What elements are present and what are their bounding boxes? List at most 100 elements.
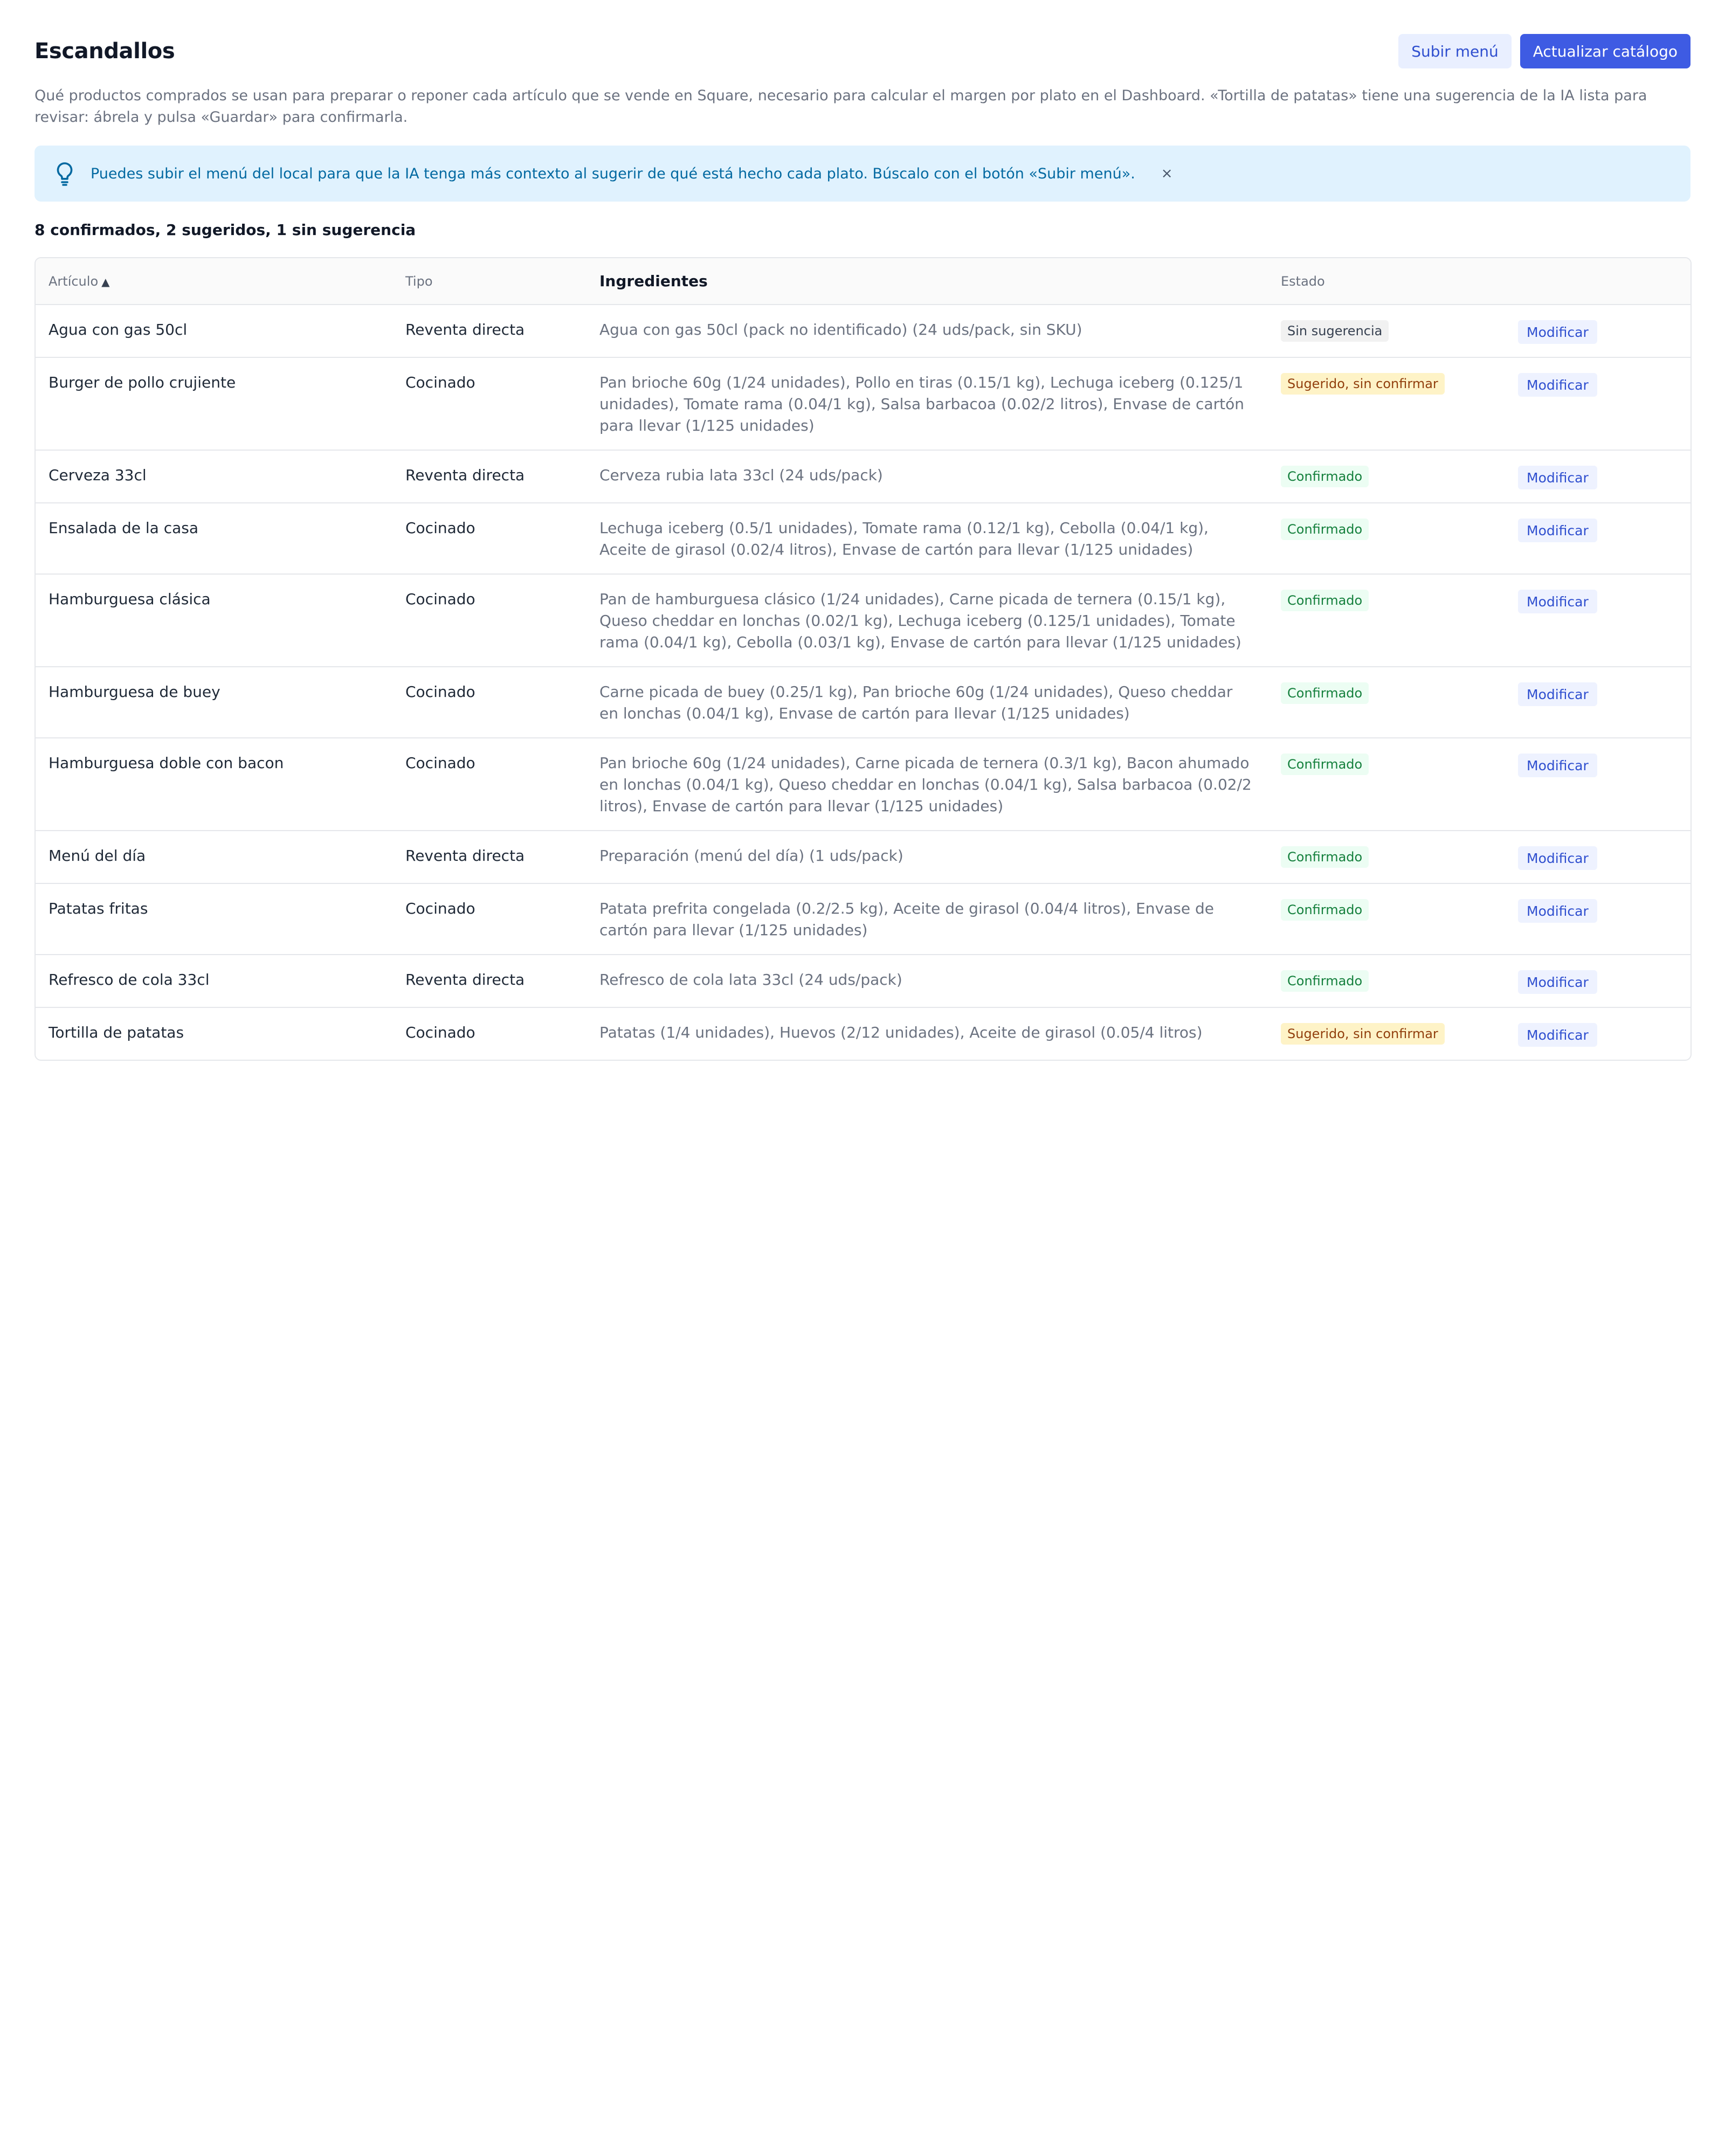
cell-ingredients: Pan brioche 60g (1/24 unidades), Carne p…	[586, 738, 1268, 831]
column-header-article[interactable]: Artículo ▲	[36, 258, 392, 305]
cell-type: Reventa directa	[392, 305, 586, 358]
cell-actions: Modificar	[1494, 357, 1690, 451]
cell-article: Burger de pollo crujiente	[36, 357, 392, 451]
update-catalog-button[interactable]: Actualizar catálogo	[1520, 34, 1690, 68]
modify-button[interactable]: Modificar	[1518, 466, 1597, 489]
lightbulb-icon	[54, 161, 75, 186]
table-row: Ensalada de la casa Cocinado Lechuga icebe…	[36, 503, 1690, 575]
cell-type: Cocinado	[392, 574, 586, 667]
cell-actions: Modificar	[1494, 667, 1690, 738]
cell-type: Reventa directa	[392, 450, 586, 503]
table-row: Burger de pollo crujiente Cocinado Pan bri…	[36, 357, 1690, 451]
cell-actions: Modificar	[1494, 503, 1690, 575]
modify-button[interactable]: Modificar	[1518, 320, 1597, 344]
cell-status: Confirmado	[1268, 450, 1494, 503]
status-badge: Confirmado	[1281, 754, 1369, 775]
modify-button[interactable]: Modificar	[1518, 846, 1597, 870]
cell-status: Sin sugerencia	[1268, 305, 1494, 358]
cell-status: Confirmado	[1268, 667, 1494, 738]
cell-type: Cocinado	[392, 357, 586, 451]
cell-actions: Modificar	[1494, 955, 1690, 1008]
page-header: Escandallos Subir menú Actualizar catálo…	[34, 0, 1690, 69]
status-badge: Sugerido, sin confirmar	[1281, 1023, 1445, 1045]
cell-type: Cocinado	[405, 1024, 475, 1041]
modify-button[interactable]: Modificar	[1518, 590, 1597, 613]
table-row: Hamburguesa clásica Cocinado Pan de hambur…	[36, 574, 1690, 667]
cell-status: Confirmado	[1268, 738, 1494, 831]
modify-button[interactable]: Modificar	[1518, 519, 1597, 542]
cell-status: Confirmado	[1268, 955, 1494, 1008]
status-badge: Sin sugerencia	[1281, 320, 1389, 342]
modify-button[interactable]: Modificar	[1518, 1023, 1597, 1047]
banner-text: Puedes subir el menú del local para que …	[91, 165, 1135, 182]
cell-ingredients: Lechuga iceberg (0.5/1 unidades), Tomate…	[586, 503, 1268, 575]
status-badge: Confirmado	[1281, 682, 1369, 704]
cell-actions: Modificar	[1494, 574, 1690, 667]
cell-article: Hamburguesa clásica	[36, 574, 392, 667]
cell-actions: Modificar	[1494, 450, 1690, 503]
cell-status: Confirmado	[1268, 503, 1494, 575]
column-header-article-label: Artículo	[49, 273, 99, 289]
cell-article: Menú del día	[36, 831, 392, 884]
cell-article: Patatas fritas	[36, 883, 392, 955]
status-badge: Confirmado	[1281, 466, 1369, 487]
cell-article: Ensalada de la casa	[36, 503, 392, 575]
cell-ingredients: Preparación (menú del día) (1 uds/pack)	[586, 831, 1268, 884]
cell-ingredients: Pan de hamburguesa clásico (1/24 unidade…	[586, 574, 1268, 667]
table-row: Agua con gas 50cl Reventa directa Agua con…	[36, 305, 1690, 358]
header-actions: Subir menú Actualizar catálogo	[1398, 34, 1690, 68]
table-row: Cerveza 33cl Reventa directa Cerveza rubia…	[36, 450, 1690, 503]
table-row: Refresco de cola 33cl Reventa directa Refr…	[36, 955, 1690, 1008]
cell-type: Reventa directa	[392, 831, 586, 884]
cell-type: Cocinado	[392, 738, 586, 831]
cell-status: Confirmado	[1268, 831, 1494, 884]
column-header-actions	[1494, 258, 1690, 305]
close-icon[interactable]: ×	[1161, 165, 1173, 182]
cell-actions: Modificar	[1494, 883, 1690, 955]
cell-article: Tortilla de patatas	[49, 1024, 184, 1041]
cell-type: Cocinado	[392, 883, 586, 955]
status-badge: Confirmado	[1281, 970, 1369, 992]
cell-ingredients: Carne picada de buey (0.25/1 kg), Pan br…	[586, 667, 1268, 738]
cell-article: Hamburguesa doble con bacon	[36, 738, 392, 831]
cell-ingredients: Refresco de cola lata 33cl (24 uds/pack)	[586, 955, 1268, 1008]
table-row: Hamburguesa doble con bacon Cocinado Pan b…	[36, 738, 1690, 831]
status-badge: Confirmado	[1281, 899, 1369, 921]
cell-article: Agua con gas 50cl	[36, 305, 392, 358]
summary-counts: 8 confirmados, 2 sugeridos, 1 sin sugere…	[34, 221, 416, 239]
cell-type: Cocinado	[392, 667, 586, 738]
modify-button[interactable]: Modificar	[1518, 754, 1597, 777]
table-row: Patatas fritas Cocinado Patata prefrita co…	[36, 883, 1690, 955]
sort-ascending-icon: ▲	[101, 275, 110, 288]
status-badge: Confirmado	[1281, 519, 1369, 540]
recipes-table: Artículo ▲ Tipo Ingredientes Estado Agua …	[34, 257, 1692, 1061]
cell-actions: Modificar	[1494, 738, 1690, 831]
page-description: Qué productos comprados se usan para pre…	[34, 87, 1647, 126]
cell-actions: Modificar	[1494, 1007, 1690, 1060]
modify-button[interactable]: Modificar	[1518, 373, 1597, 397]
status-badge: Confirmado	[1281, 846, 1369, 868]
cell-ingredients: Patata prefrita congelada (0.2/2.5 kg), …	[586, 883, 1268, 955]
column-header-type: Tipo	[392, 258, 586, 305]
page: Escandallos Subir menú Actualizar catálo…	[0, 0, 1725, 1078]
cell-article: Hamburguesa de buey	[36, 667, 392, 738]
table-row: Hamburguesa de buey Cocinado Carne picada …	[36, 667, 1690, 738]
cell-ingredients: Agua con gas 50cl (pack no identificado)…	[586, 305, 1268, 358]
info-banner: Puedes subir el menú del local para que …	[34, 146, 1690, 202]
modify-button[interactable]: Modificar	[1518, 899, 1597, 923]
cell-ingredients: Cerveza rubia lata 33cl (24 uds/pack)	[586, 450, 1268, 503]
cell-status: Confirmado	[1268, 574, 1494, 667]
modify-button[interactable]: Modificar	[1518, 682, 1597, 706]
column-header-ingredients: Ingredientes	[586, 258, 1268, 305]
cell-status: Confirmado	[1268, 883, 1494, 955]
cell-status: Sugerido, sin confirmar	[1268, 357, 1494, 451]
page-title: Escandallos	[34, 39, 175, 64]
upload-menu-button[interactable]: Subir menú	[1398, 34, 1512, 68]
status-badge: Confirmado	[1281, 590, 1369, 611]
cell-type: Cocinado	[392, 503, 586, 575]
column-header-status: Estado	[1268, 258, 1494, 305]
cell-article: Cerveza 33cl	[36, 450, 392, 503]
cell-article: Refresco de cola 33cl	[36, 955, 392, 1008]
cell-type: Reventa directa	[392, 955, 586, 1008]
modify-button[interactable]: Modificar	[1518, 970, 1597, 994]
